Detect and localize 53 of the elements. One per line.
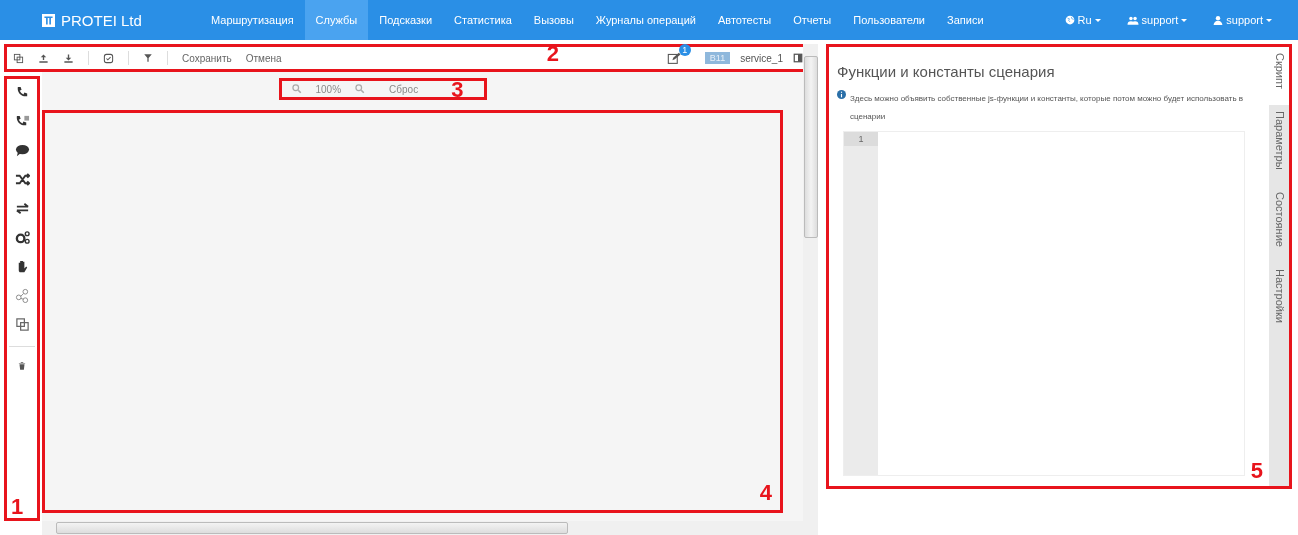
filter-icon[interactable] <box>143 53 153 63</box>
hint-text: Здесь можно объявить собственные js-функции и константы, которые потом можно будет использовать в сценарии <box>850 93 1245 124</box>
nav-item[interactable]: Маршрутизация <box>200 0 305 40</box>
users-icon[interactable] <box>1126 14 1139 26</box>
trash-icon[interactable] <box>17 361 27 371</box>
panel-title: Функции и константы сценария <box>837 63 1056 80</box>
user-menu[interactable]: support <box>1213 14 1272 26</box>
zoom-level: 100% <box>315 83 342 95</box>
diagram-canvas[interactable]: 4 <box>42 110 783 513</box>
callout-number: 5 <box>1250 460 1263 482</box>
line-number: 1 <box>844 131 878 146</box>
gears-icon[interactable] <box>14 230 30 245</box>
nav-item[interactable]: Подсказки <box>368 0 444 40</box>
download-icon[interactable] <box>63 52 74 64</box>
side-tab[interactable]: Параметры <box>1269 105 1289 186</box>
nav-item[interactable]: Статистика <box>443 0 523 40</box>
info-icon[interactable] <box>837 90 846 99</box>
callout-number: 4 <box>759 482 772 504</box>
brand-name[interactable]: PROTEI Ltd <box>61 11 142 29</box>
service-name: service_1 <box>740 52 783 64</box>
checkbox-icon[interactable] <box>103 52 114 64</box>
horizontal-scrollbar[interactable] <box>42 521 818 535</box>
nav-item[interactable]: Службы <box>304 0 369 40</box>
service-tag: B11 <box>704 52 731 64</box>
swap-arrows-icon[interactable] <box>14 201 30 216</box>
edit-icon[interactable] <box>666 51 681 65</box>
nav-item[interactable]: Автотесты <box>706 0 783 40</box>
side-tab[interactable]: Состояние <box>1269 185 1289 263</box>
user-icon[interactable] <box>1213 15 1224 25</box>
vertical-scrollbar[interactable] <box>803 44 818 521</box>
language-menu[interactable]: Ru <box>1064 14 1101 26</box>
logo-icon[interactable] <box>42 13 55 27</box>
nav-item[interactable]: Журналы операций <box>584 0 707 40</box>
nav-item[interactable]: Отчеты <box>782 0 843 40</box>
group-menu[interactable]: support <box>1126 14 1188 26</box>
copy-icon[interactable] <box>13 52 24 64</box>
cancel-button[interactable]: Отмена <box>245 52 282 64</box>
side-tab[interactable]: Настройки <box>1269 262 1289 339</box>
code-editor[interactable]: 1 <box>843 130 1245 476</box>
nav-item[interactable]: Вызовы <box>522 0 585 40</box>
nav-item[interactable]: Пользователи <box>842 0 936 40</box>
copy-icon[interactable] <box>14 317 30 332</box>
callout-number: 3 <box>451 79 464 101</box>
speech-bubble-icon[interactable] <box>14 143 30 158</box>
nav-item[interactable]: Записи <box>936 0 995 40</box>
callout-number: 1 <box>11 496 24 518</box>
notification-badge: 1 <box>678 43 691 56</box>
save-button[interactable]: Сохранить <box>182 52 232 64</box>
panel-toggle-icon[interactable] <box>793 53 803 63</box>
globe-icon[interactable] <box>1064 15 1075 25</box>
upload-icon[interactable] <box>38 52 49 64</box>
network-icon[interactable] <box>14 288 30 303</box>
shuffle-icon[interactable] <box>14 172 30 187</box>
